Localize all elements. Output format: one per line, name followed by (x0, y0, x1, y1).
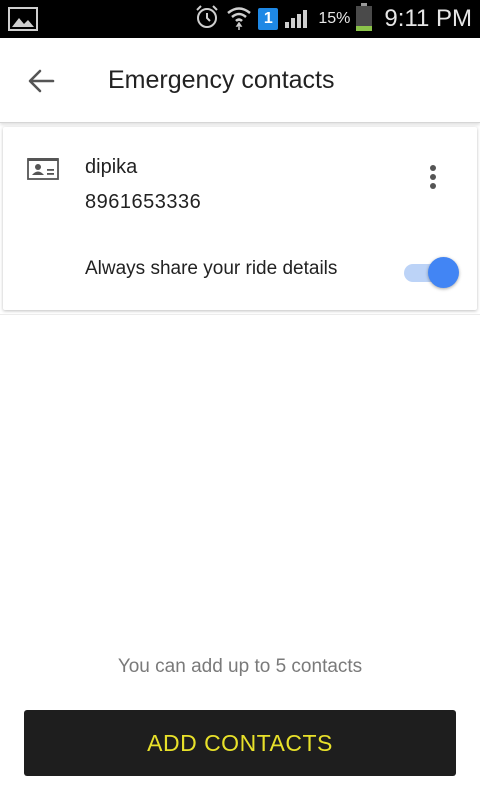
status-bar: 1 15% 9:11 PM (0, 0, 480, 38)
gallery-icon (8, 6, 38, 37)
status-indicators: 1 15% 9:11 PM (194, 0, 472, 38)
sim-icon: 1 (258, 8, 279, 30)
app-bar: Emergency contacts (0, 38, 480, 123)
divider (0, 314, 480, 315)
contact-phone: 8961653336 (85, 191, 202, 213)
contact-limit-text: You can add up to 5 contacts (117, 656, 363, 677)
battery-percent: 15% (318, 10, 351, 27)
signal-icon (284, 5, 312, 34)
share-ride-toggle[interactable] (398, 254, 462, 290)
arrow-left-icon (28, 69, 55, 93)
add-contacts-button[interactable]: ADD CONTACTS (24, 710, 456, 776)
contact-name: dipika (85, 156, 138, 178)
toggle-thumb (428, 257, 459, 288)
clock: 9:11 PM (384, 5, 472, 32)
more-options-button[interactable] (421, 163, 445, 193)
page-title: Emergency contacts (108, 66, 335, 94)
alarm-icon (194, 4, 220, 35)
back-button[interactable] (26, 66, 56, 96)
share-ride-label: Always share your ride details (85, 258, 338, 279)
contact-card: dipika 8961653336 Always share your ride… (3, 127, 477, 310)
wifi-icon (226, 4, 252, 35)
contact-card-icon (27, 157, 59, 186)
more-vertical-icon (430, 165, 436, 189)
battery-icon (356, 2, 373, 36)
